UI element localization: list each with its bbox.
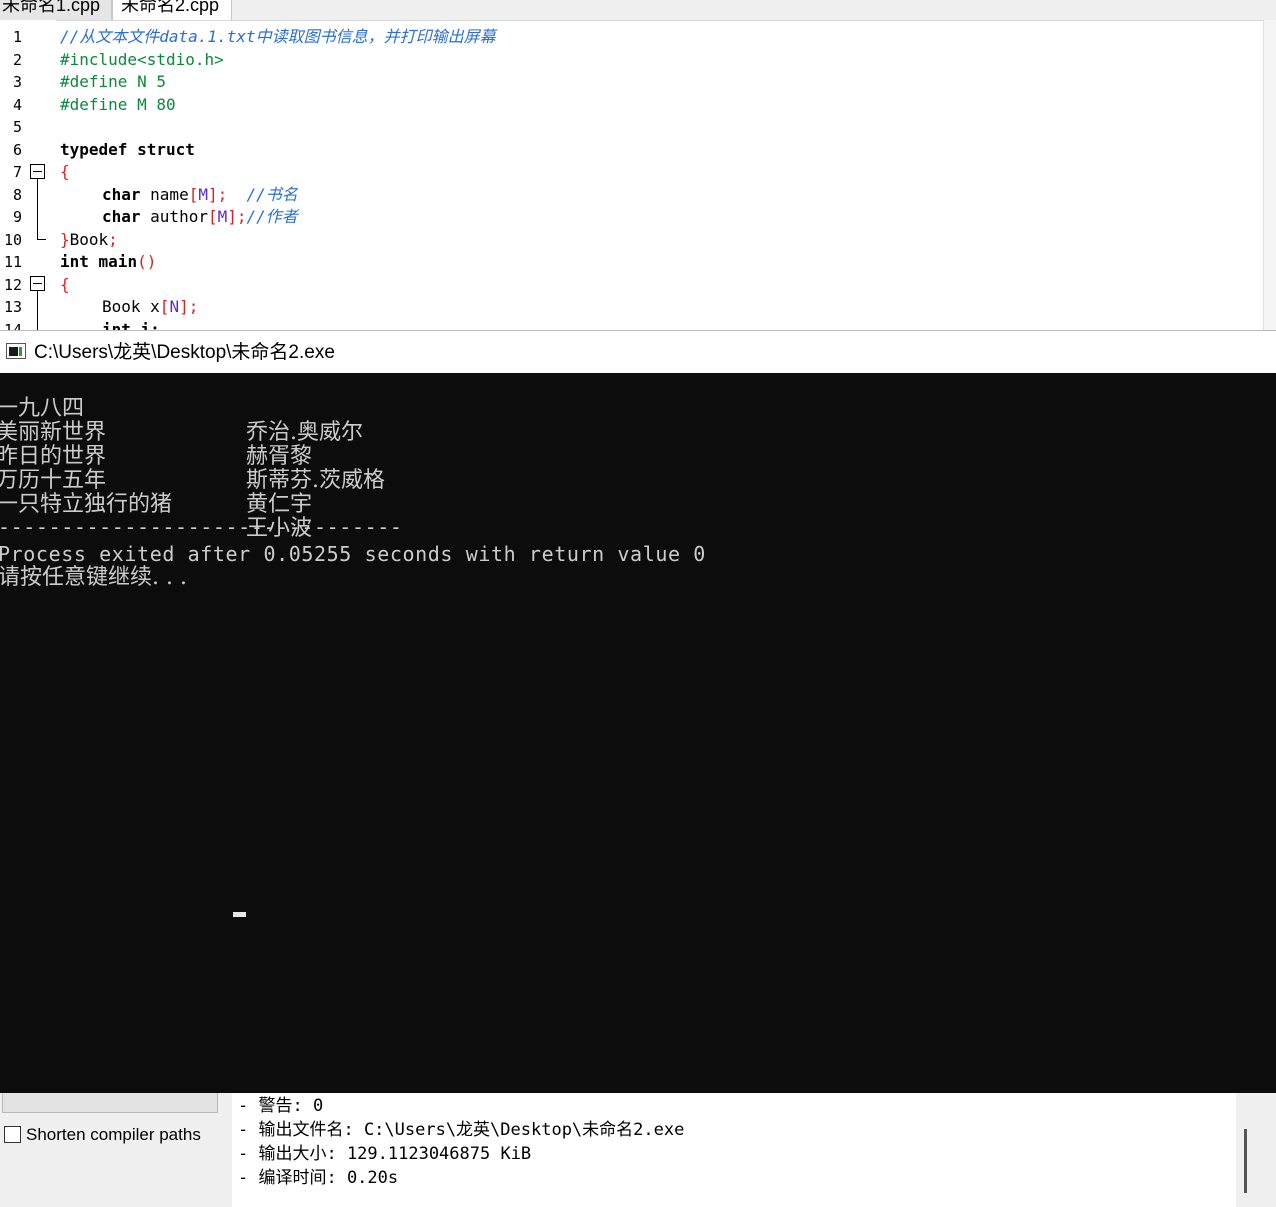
code-preprocessor: #include<stdio.h>	[60, 49, 224, 69]
code-line-7: {	[60, 161, 70, 184]
process-exit-message: Process exited after 0.05255 seconds wit…	[0, 542, 706, 566]
line-number: 6	[12, 140, 22, 159]
compile-log[interactable]: - 警告: 0 - 输出文件名: C:\Users\龙英\Desktop\未命名…	[232, 1093, 1236, 1207]
log-line: - 编译时间: 0.20s	[238, 1168, 399, 1188]
code-comment: //作者	[246, 207, 298, 226]
book-row: 美丽新世界 赫胥黎	[0, 397, 418, 469]
editor-tab-bar: 未命名1.cpp 未命名2.cpp	[0, 0, 1276, 21]
console-window-title: C:\Users\龙英\Desktop\未命名2.exe	[34, 342, 335, 363]
code-line-1: //从文本文件data.1.txt中读取图书信息，并打印输出屏幕	[60, 26, 496, 49]
code-keyword: typedef	[60, 139, 128, 159]
log-scrollbar-thumb[interactable]	[1244, 1129, 1247, 1193]
line-number: 5	[12, 118, 22, 136]
code-identifier: author	[140, 207, 208, 226]
book-row: 昨日的世界 斯蒂芬.茨威格	[0, 421, 418, 493]
log-line: - 输出文件名: C:\Users\龙英\Desktop\未命名2.exe	[238, 1120, 685, 1140]
code-line-13: Book x[N];	[102, 296, 198, 319]
line-number: 12	[3, 275, 22, 294]
line-number: 7	[12, 163, 22, 181]
code-symbol: ];	[207, 184, 228, 204]
console-cursor	[233, 912, 246, 917]
line-number: 14	[3, 320, 22, 331]
code-editor[interactable]: 未命名1.cpp 未命名2.cpp 1 2 3 4 5 6 7 8 9 10 1…	[0, 0, 1276, 330]
line-number: 2	[12, 50, 22, 69]
console-window[interactable]: C:\Users\龙英\Desktop\未命名2.exe 一九八四 乔治.奥威尔…	[0, 330, 1276, 1093]
fold-guide-end	[37, 239, 46, 240]
line-number: 1	[12, 28, 22, 46]
code-line-6: typedef struct	[60, 139, 195, 162]
code-identifier: N	[169, 297, 180, 316]
code-identifier: M	[217, 207, 228, 226]
output-separator: --------------------------------	[0, 515, 403, 539]
line-number: 13	[3, 298, 22, 316]
code-symbol: [	[188, 184, 199, 204]
log-line: - 警告: 0	[238, 1096, 324, 1116]
code-keyword: struct	[127, 139, 195, 159]
code-line-2: #include<stdio.h>	[60, 49, 224, 72]
book-title: 一只特立独行的猪	[0, 492, 173, 517]
code-keyword: char	[102, 184, 141, 204]
shorten-paths-label[interactable]: Shorten compiler paths	[26, 1122, 201, 1148]
compiler-panel: Shorten compiler paths - 警告: 0 - 输出文件名: …	[0, 1093, 1276, 1207]
code-line-12: {	[60, 274, 70, 297]
log-scrollbar[interactable]	[1236, 1093, 1276, 1207]
fold-guide	[37, 179, 38, 239]
line-number: 4	[12, 95, 22, 114]
code-line-3: #define N 5	[60, 71, 166, 94]
line-number: 11	[3, 253, 22, 271]
book-author: 黄仁宇	[246, 492, 313, 517]
console-app-icon	[6, 343, 26, 359]
code-keyword: char	[102, 207, 141, 226]
code-symbol: [	[207, 207, 218, 226]
code-symbol: [	[159, 297, 170, 316]
press-any-key-prompt: 请按任意键继续. . .	[0, 565, 187, 590]
code-identifier: main	[88, 252, 138, 271]
code-symbol: ];	[227, 207, 247, 226]
code-symbol: {	[60, 162, 70, 181]
console-output[interactable]: 一九八四 乔治.奥威尔 美丽新世界 赫胥黎 昨日的世界 斯蒂芬.茨威格 万历十五…	[0, 373, 1276, 1093]
code-line-4: #define M 80	[60, 94, 176, 117]
code-identifier: Book x	[102, 297, 160, 316]
line-number: 3	[12, 73, 22, 91]
code-line-10: }Book;	[60, 229, 118, 252]
tab-untitled2[interactable]: 未命名2.cpp	[112, 0, 232, 20]
console-titlebar[interactable]: C:\Users\龙英\Desktop\未命名2.exe	[0, 330, 1276, 373]
code-symbol: ;	[108, 229, 118, 249]
code-keyword: int i;	[102, 319, 160, 331]
code-keyword: int	[60, 252, 89, 271]
code-symbol: ()	[137, 252, 157, 271]
fold-collapse-icon[interactable]	[30, 164, 45, 179]
code-symbol: {	[60, 274, 70, 294]
line-number: 8	[12, 185, 22, 204]
editor-scrollbar[interactable]	[1263, 20, 1276, 330]
code-line-14: int i;	[102, 319, 160, 331]
fold-collapse-icon[interactable]	[30, 276, 45, 291]
line-number: 9	[12, 208, 22, 226]
log-line: - 输出大小: 129.1123046875 KiB	[238, 1144, 532, 1164]
book-row: 一只特立独行的猪 王小波	[0, 469, 418, 541]
tab-untitled1[interactable]: 未命名1.cpp	[0, 0, 112, 20]
fold-guide	[37, 291, 38, 330]
code-line-8: char name[M]; //书名	[102, 184, 298, 207]
code-identifier: M	[198, 184, 208, 204]
book-row: 万历十五年 黄仁宇	[0, 445, 418, 517]
line-number-gutter: 1 2 3 4 5 6 7 8 9 10 11 12 13 14	[0, 20, 56, 330]
code-line-11: int main()	[60, 251, 156, 274]
shorten-paths-checkbox[interactable]	[4, 1126, 21, 1143]
book-row: 一九八四 乔治.奥威尔	[0, 373, 418, 445]
code-preprocessor: #define M 80	[60, 94, 176, 114]
code-symbol: }	[60, 229, 70, 249]
compiler-options-box	[2, 1093, 218, 1113]
code-identifier: name	[140, 184, 189, 204]
code-identifier: Book	[69, 229, 109, 249]
line-number: 10	[3, 230, 22, 249]
code-comment: //从文本文件data.1.txt中读取图书信息，并打印输出屏幕	[60, 27, 496, 46]
code-preprocessor: #define N 5	[60, 72, 166, 91]
code-symbol: ];	[179, 297, 199, 316]
code-comment: //书名	[227, 184, 298, 204]
code-line-9: char author[M];//作者	[102, 206, 298, 229]
